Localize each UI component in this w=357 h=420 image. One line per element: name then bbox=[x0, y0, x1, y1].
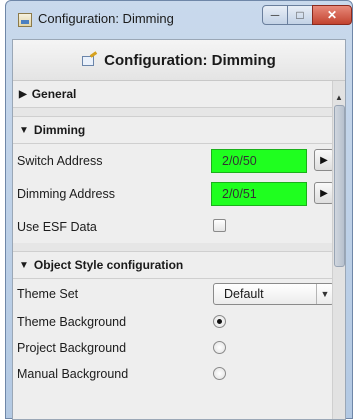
app-icon bbox=[18, 13, 32, 27]
theme-set-value: Default bbox=[224, 287, 264, 301]
dialog-window: Configuration: Dimming ─ □ ✕ Configurati… bbox=[5, 0, 353, 420]
theme-background-radio[interactable] bbox=[213, 315, 226, 328]
arrow-right-icon: ▶ bbox=[320, 187, 328, 199]
project-background-row: Project Background bbox=[13, 335, 333, 361]
arrow-right-icon: ▶ bbox=[320, 154, 328, 166]
section-dimming[interactable]: ▼ Dimming bbox=[13, 117, 333, 144]
close-button[interactable]: ✕ bbox=[312, 5, 352, 25]
minimize-button[interactable]: ─ bbox=[262, 5, 288, 25]
theme-set-row: Theme Set Default ▼ bbox=[13, 279, 334, 309]
theme-background-row: Theme Background bbox=[13, 309, 333, 335]
section-general-label: General bbox=[31, 87, 77, 101]
dimming-address-row: Dimming Address 2/0/51 ▶ bbox=[13, 177, 334, 210]
project-background-label: Project Background bbox=[17, 341, 127, 355]
minimize-icon: ─ bbox=[270, 8, 280, 22]
scroll-up-icon[interactable]: ▲ bbox=[335, 93, 343, 102]
dimming-address-label: Dimming Address bbox=[17, 186, 115, 201]
section-general[interactable]: ▶ General bbox=[13, 81, 333, 108]
window-title: Configuration: Dimming bbox=[38, 11, 174, 26]
config-header: Configuration: Dimming bbox=[13, 40, 345, 81]
collapse-triangle-icon: ▼ bbox=[19, 259, 29, 271]
edit-config-icon bbox=[82, 53, 98, 67]
dimming-address-field[interactable]: 2/0/51 bbox=[211, 182, 307, 206]
manual-background-radio[interactable] bbox=[213, 367, 226, 380]
collapse-triangle-icon: ▼ bbox=[19, 124, 29, 136]
theme-set-select[interactable]: Default ▼ bbox=[213, 283, 334, 305]
section-dimming-label: Dimming bbox=[33, 123, 86, 137]
dropdown-icon: ▼ bbox=[316, 284, 333, 304]
vertical-scrollbar[interactable]: ▲ bbox=[332, 81, 345, 419]
section-divider bbox=[13, 108, 333, 117]
use-esf-label: Use ESF Data bbox=[17, 219, 97, 234]
title-bar[interactable]: Configuration: Dimming ─ □ ✕ bbox=[6, 1, 352, 37]
maximize-icon: □ bbox=[296, 8, 304, 22]
manual-background-label: Manual Background bbox=[17, 367, 129, 381]
switch-address-field[interactable]: 2/0/50 bbox=[211, 149, 307, 173]
switch-address-select-button[interactable]: ▶ bbox=[314, 149, 334, 171]
maximize-button[interactable]: □ bbox=[287, 5, 313, 25]
switch-address-row: Switch Address 2/0/50 ▶ bbox=[13, 144, 334, 177]
theme-background-label: Theme Background bbox=[17, 315, 127, 329]
section-object-style[interactable]: ▼ Object Style configuration bbox=[13, 252, 333, 279]
switch-address-label: Switch Address bbox=[17, 153, 103, 168]
use-esf-checkbox[interactable] bbox=[213, 219, 226, 232]
scrollbar-thumb[interactable] bbox=[334, 105, 345, 267]
section-divider bbox=[13, 243, 333, 252]
properties-panel: ▶ General ▼ Dimming Switch Address 2/0/5… bbox=[13, 81, 334, 419]
theme-set-label: Theme Set bbox=[17, 287, 79, 301]
manual-background-row: Manual Background bbox=[13, 361, 333, 387]
section-object-style-label: Object Style configuration bbox=[33, 258, 184, 272]
dimming-address-select-button[interactable]: ▶ bbox=[314, 182, 334, 204]
close-icon: ✕ bbox=[326, 8, 338, 22]
config-header-title: Configuration: Dimming bbox=[104, 51, 276, 69]
use-esf-row: Use ESF Data bbox=[13, 210, 333, 243]
dialog-content: Configuration: Dimming ▶ General ▼ Dimmi… bbox=[12, 39, 346, 420]
expand-triangle-icon: ▶ bbox=[19, 88, 27, 100]
project-background-radio[interactable] bbox=[213, 341, 226, 354]
